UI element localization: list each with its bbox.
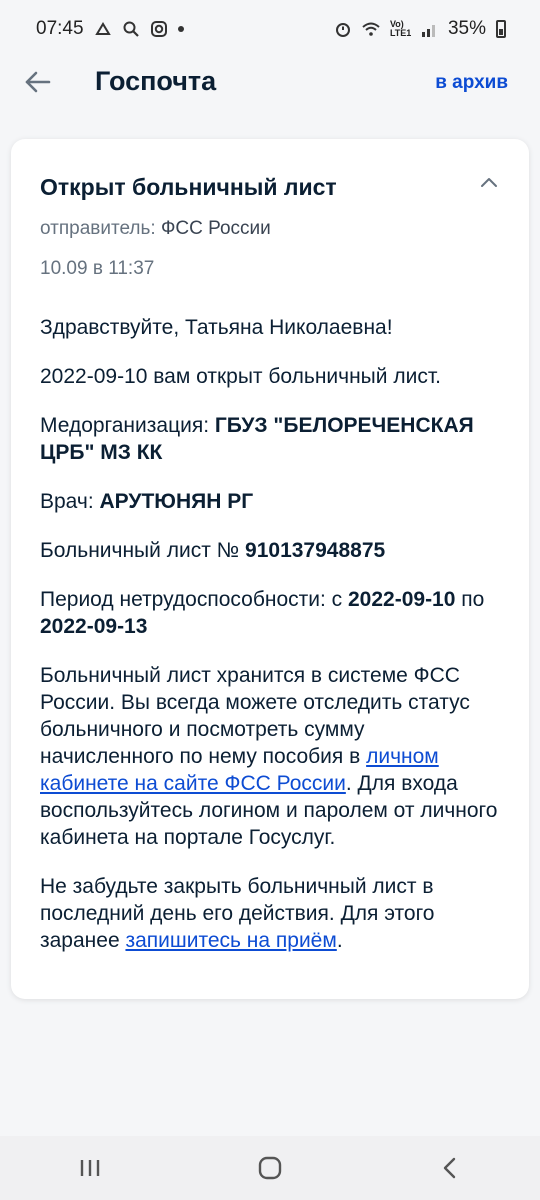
back-button[interactable] (420, 1148, 480, 1188)
period-label: Период нетрудоспособности: с (40, 588, 348, 611)
sheet-line: Больничный лист № 910137948875 (40, 537, 501, 564)
message-sender: отправитель: ФСС России (40, 218, 501, 240)
signal-icon (421, 25, 435, 37)
message-body: Здравствуйте, Татьяна Николаевна! 2022-0… (40, 314, 501, 954)
reminder-text-2: . (336, 929, 343, 952)
sheet-label: Больничный лист № (40, 539, 246, 562)
reminder-paragraph: Не забудьте закрыть больничный лист в по… (40, 873, 501, 954)
doctor-label: Врач: (40, 490, 100, 513)
instagram-icon (150, 21, 167, 37)
status-time: 07:45 (36, 18, 84, 39)
message-card: Открыт больничный лист отправитель: ФСС … (11, 139, 529, 999)
appointment-link[interactable]: запишитесь на приём (125, 929, 336, 952)
period-from: 2022-09-10 (348, 588, 456, 611)
period-to: 2022-09-13 (40, 615, 148, 638)
info-paragraph: Больничный лист хранится в системе ФСС Р… (40, 662, 501, 851)
home-button[interactable] (240, 1148, 300, 1188)
status-right: Vo) LTE1 35% (334, 18, 506, 40)
period-line: Период нетрудоспособности: с 2022-09-10 … (40, 586, 501, 640)
page-title: Госпочта (95, 66, 217, 96)
period-mid: по (455, 588, 485, 611)
arrow-left-icon[interactable] (22, 64, 54, 100)
sender-label: отправитель: (40, 218, 156, 239)
greeting: Здравствуйте, Татьяна Николаевна! (40, 316, 393, 339)
wifi-icon (362, 22, 380, 36)
notification-icon (94, 22, 111, 35)
message-title: Открыт больничный лист (40, 174, 337, 200)
search-icon (123, 21, 139, 37)
sheet-number: 910137948875 (245, 539, 386, 562)
battery-percent: 35% (447, 18, 486, 39)
network-type: Vo) LTE1 (389, 19, 412, 38)
more-notifications-dot (177, 26, 184, 32)
medorg-label: Медорганизация: (40, 414, 215, 437)
doctor-value: АРУТЮНЯН РГ (99, 490, 254, 513)
battery-icon (496, 20, 506, 38)
status-left: 07:45 (36, 18, 184, 40)
app-header: Госпочта в архив (0, 58, 540, 108)
sender-value: ФСС России (160, 218, 271, 239)
chevron-up-icon[interactable] (479, 175, 499, 189)
status-bar: 07:45 Vo) LTE1 35% (0, 0, 540, 58)
recent-apps-button[interactable] (60, 1148, 120, 1188)
doctor-line: Врач: АРУТЮНЯН РГ (40, 488, 501, 515)
medorg-line: Медорганизация: ГБУЗ "БЕЛОРЕЧЕНСКАЯ ЦРБ"… (40, 412, 501, 466)
message-date: 10.09 в 11:37 (40, 258, 155, 279)
archive-button[interactable]: в архив (435, 72, 508, 94)
system-nav-bar (0, 1136, 540, 1200)
back-icon (443, 1157, 456, 1179)
opened-line: 2022-09-10 вам открыт больничный лист. (40, 365, 441, 388)
alarm-icon (335, 23, 350, 37)
recent-apps-icon (80, 1160, 100, 1176)
home-icon (258, 1156, 282, 1180)
